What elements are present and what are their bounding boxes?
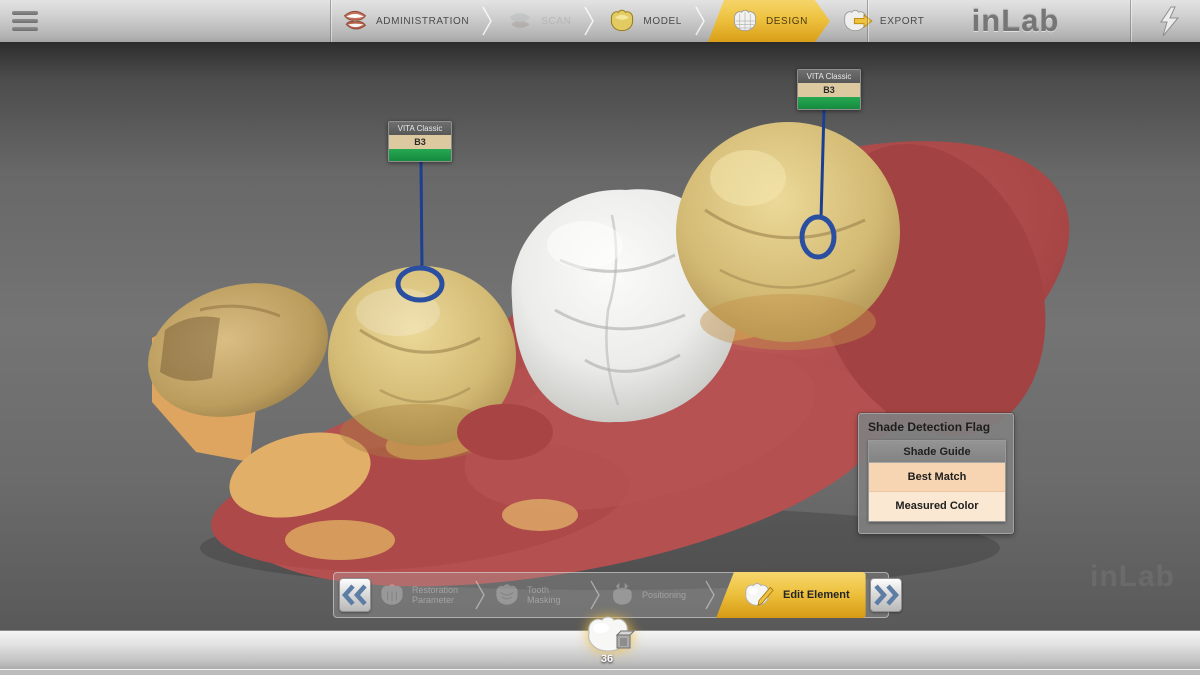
tooth-edit-icon bbox=[742, 580, 776, 610]
chevron-separator-icon bbox=[589, 578, 601, 612]
tooth-number-label: 36 bbox=[576, 653, 638, 665]
shade-system-label: VITA Classic bbox=[389, 122, 451, 135]
shade-detection-panel: Shade Detection Flag Shade Guide Best Ma… bbox=[858, 413, 1014, 534]
tab-export[interactable]: EXPORT bbox=[830, 0, 935, 42]
chevron-separator-icon bbox=[479, 0, 495, 42]
tab-label: ADMINISTRATION bbox=[376, 16, 469, 27]
dental-model-3d[interactable] bbox=[0, 44, 1200, 630]
scan-denture-icon bbox=[505, 7, 535, 35]
tab-design[interactable]: DESIGN bbox=[708, 0, 830, 42]
tooth-step-icon bbox=[377, 581, 407, 609]
legend-row-best-match[interactable]: Best Match bbox=[869, 463, 1005, 492]
divider bbox=[1130, 0, 1131, 42]
inlab-watermark: inLab bbox=[1090, 560, 1175, 594]
next-phase-button[interactable] bbox=[870, 578, 902, 612]
shade-match-bar bbox=[389, 149, 451, 161]
chevron-separator-icon bbox=[704, 578, 716, 612]
tooth-positioning-icon bbox=[607, 581, 637, 609]
double-chevron-right-icon bbox=[871, 583, 901, 607]
shade-value: B3 bbox=[798, 83, 860, 97]
shade-flag[interactable]: VITA Classic B3 bbox=[388, 121, 452, 162]
step-label: Positioning bbox=[642, 590, 698, 600]
tab-label: SCAN bbox=[541, 16, 571, 27]
step-label: Restoration Parameter bbox=[412, 585, 468, 606]
lightning-icon bbox=[1156, 6, 1182, 38]
tab-label: MODEL bbox=[643, 16, 682, 27]
tooth-wireframe-icon bbox=[730, 7, 760, 35]
tooth-step-icon bbox=[492, 581, 522, 609]
tab-administration[interactable]: ADMINISTRATION bbox=[330, 0, 479, 42]
chevron-separator-icon bbox=[581, 0, 597, 42]
shade-system-label: VITA Classic bbox=[798, 70, 860, 83]
denture-icon bbox=[340, 7, 370, 35]
step-label: Tooth Masking bbox=[527, 585, 583, 606]
step-restoration-parameter: Restoration Parameter bbox=[371, 581, 474, 609]
shade-legend: Shade Guide Best Match Measured Color bbox=[868, 440, 1006, 522]
restoration-badge-36[interactable]: 36 bbox=[576, 613, 638, 671]
top-bar: ADMINISTRATION SCAN MODEL bbox=[0, 0, 1200, 44]
hamburger-menu-icon[interactable] bbox=[12, 11, 38, 33]
material-block-icon bbox=[617, 631, 634, 648]
power-button[interactable] bbox=[1146, 3, 1192, 40]
design-step-bar: Restoration Parameter Tooth Masking Posi… bbox=[333, 572, 889, 618]
previous-phase-button[interactable] bbox=[339, 578, 371, 612]
legend-row-shade-guide: Shade Guide bbox=[869, 441, 1005, 463]
tooth-model-icon bbox=[607, 7, 637, 35]
double-chevron-left-icon bbox=[340, 583, 370, 607]
selected-tooth-icon bbox=[579, 613, 635, 657]
shade-value: B3 bbox=[389, 135, 451, 149]
chevron-separator-icon bbox=[692, 0, 708, 42]
chevron-separator-icon bbox=[474, 578, 486, 612]
phase-tabs: ADMINISTRATION SCAN MODEL bbox=[330, 0, 934, 42]
panel-title: Shade Detection Flag bbox=[868, 420, 1004, 434]
step-edit-element[interactable]: Edit Element bbox=[716, 572, 866, 618]
inlab-window: inLab ADMINISTRATION bbox=[0, 0, 1200, 675]
step-positioning: Positioning bbox=[601, 581, 704, 609]
tab-scan[interactable]: SCAN bbox=[495, 0, 581, 42]
legend-row-measured-color[interactable]: Measured Color bbox=[869, 492, 1005, 521]
shade-flag[interactable]: VITA Classic B3 bbox=[797, 69, 861, 110]
tab-label: DESIGN bbox=[766, 16, 808, 27]
step-tooth-masking: Tooth Masking bbox=[486, 581, 589, 609]
tab-model[interactable]: MODEL bbox=[597, 0, 692, 42]
step-label: Edit Element bbox=[783, 589, 850, 601]
divider bbox=[867, 0, 868, 42]
inlab-logo: inLab bbox=[948, 0, 1083, 42]
shade-match-bar bbox=[798, 97, 860, 109]
tooth-export-icon bbox=[840, 7, 874, 35]
tab-label: EXPORT bbox=[880, 16, 925, 27]
